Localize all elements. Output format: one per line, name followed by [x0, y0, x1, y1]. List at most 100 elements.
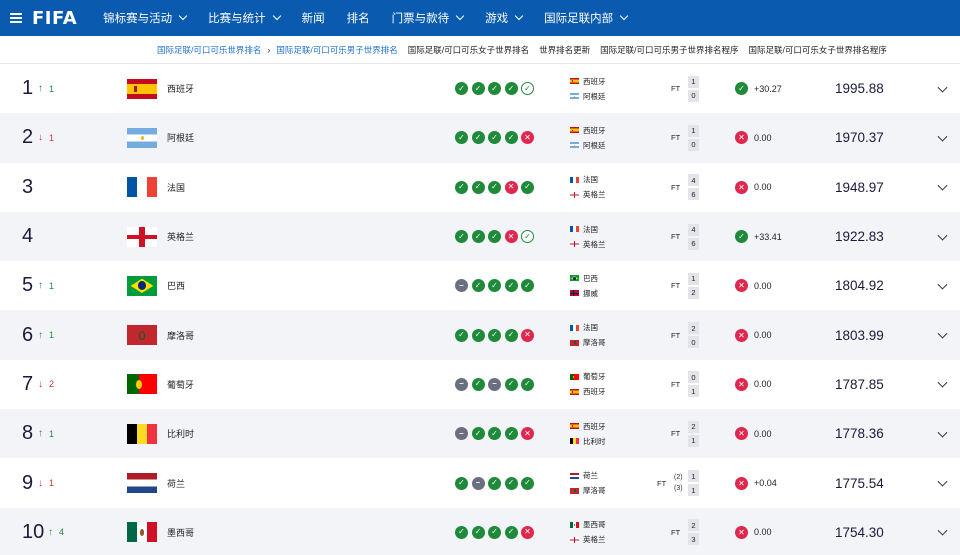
win-icon[interactable]: ✓ — [471, 82, 485, 96]
chevron-down-icon[interactable] — [937, 427, 948, 438]
win-icon[interactable]: ✓ — [521, 230, 534, 244]
subnav-item-4[interactable]: 国际足联/可口可乐男子世界排名程序 — [600, 44, 738, 56]
win-icon[interactable]: ✓ — [471, 427, 485, 441]
chevron-down-icon[interactable] — [937, 378, 948, 388]
draw-icon[interactable]: – — [488, 377, 501, 391]
subnav-item-1[interactable]: 国际足联/可口可乐男子世界排名 — [276, 44, 397, 56]
win-icon[interactable]: ✓ — [504, 377, 518, 391]
loss-icon[interactable]: ✕ — [504, 180, 518, 194]
chevron-down-icon[interactable] — [937, 230, 948, 241]
win-icon[interactable]: ✓ — [521, 476, 534, 490]
chevron-down-icon[interactable] — [937, 180, 948, 191]
table-row[interactable]: 5 ↑ 1 巴西 – ✓ ✓ ✓ ✓ 巴西 挪威 FT 1 2 ✕ 0.00 1804.92 — [0, 261, 960, 311]
team-name[interactable]: 墨西哥 — [167, 508, 194, 555]
win-icon[interactable]: ✓ — [455, 180, 468, 194]
win-icon[interactable]: ✓ — [455, 82, 468, 96]
table-row[interactable]: 6 ↑ 1 摩洛哥 ✓ ✓ ✓ ✓ ✕ 法国 摩洛哥 FT 2 0 ✕ 0.00 1803.99 — [0, 310, 960, 360]
table-row[interactable]: 8 ↑ 1 比利时 – ✓ ✓ ✓ ✕ 西班牙 比利时 FT 2 1 ✕ 0.00 1778.36 — [0, 409, 960, 459]
chevron-down-icon[interactable] — [937, 476, 948, 487]
table-row[interactable]: 3 法国 ✓ ✓ ✓ ✕ ✓ 法国 英格兰 FT 4 6 ✕ 0.00 1948.97 — [0, 162, 960, 212]
win-icon[interactable]: ✓ — [488, 525, 501, 539]
win-icon[interactable]: ✓ — [455, 328, 468, 342]
draw-icon[interactable]: – — [455, 377, 468, 391]
win-icon[interactable]: ✓ — [471, 180, 485, 194]
win-icon[interactable]: ✓ — [471, 279, 485, 293]
nav-item-5[interactable]: 游戏 — [485, 10, 524, 26]
menu-icon[interactable] — [10, 13, 22, 23]
nav-item-1[interactable]: 比赛与统计 — [208, 10, 281, 26]
draw-icon[interactable]: – — [455, 279, 468, 293]
win-icon[interactable]: ✓ — [471, 377, 485, 391]
win-icon[interactable]: ✓ — [471, 230, 485, 244]
match-team-home: 巴西 — [570, 273, 598, 284]
subnav-item-5[interactable]: 国际足联/可口可乐女子世界排名程序 — [749, 44, 887, 56]
fifa-logo[interactable]: FIFA — [32, 8, 77, 29]
table-row[interactable]: 1 ↑ 1 西班牙 ✓ ✓ ✓ ✓ ✓ 西班牙 阿根廷 FT 1 0 ✓ +30.27 1995.88 — [0, 64, 960, 114]
win-icon[interactable]: ✓ — [488, 476, 501, 490]
win-icon[interactable]: ✓ — [488, 180, 501, 194]
loss-icon[interactable]: ✕ — [504, 230, 518, 244]
win-icon[interactable]: ✓ — [521, 377, 534, 391]
team-name[interactable]: 荷兰 — [167, 458, 185, 507]
win-icon[interactable]: ✓ — [471, 131, 485, 145]
table-row[interactable]: 10 ↑ 4 墨西哥 ✓ ✓ ✓ ✓ ✕ 墨西哥 英格兰 FT 2 3 ✕ 0.00 1754.30 — [0, 507, 960, 555]
nav-item-3[interactable]: 排名 — [347, 10, 370, 26]
win-icon[interactable]: ✓ — [488, 279, 501, 293]
subnav-item-3[interactable]: 世界排名更新 — [539, 44, 590, 56]
nav-item-2[interactable]: 新闻 — [302, 10, 325, 26]
chevron-down-icon[interactable] — [937, 82, 948, 93]
chevron-down-icon[interactable] — [937, 525, 948, 536]
team-name[interactable]: 比利时 — [167, 409, 194, 458]
win-icon[interactable]: ✓ — [488, 230, 501, 244]
win-icon[interactable]: ✓ — [504, 279, 518, 293]
loss-icon[interactable]: ✕ — [521, 328, 534, 342]
chevron-down-icon[interactable] — [937, 279, 948, 290]
win-icon[interactable]: ✓ — [504, 525, 518, 539]
team-name[interactable]: 巴西 — [167, 261, 185, 310]
draw-icon[interactable]: – — [471, 476, 485, 490]
table-row[interactable]: 2 ↓ 1 阿根廷 ✓ ✓ ✓ ✓ ✕ 西班牙 阿根廷 FT 1 0 ✕ 0.00 1970.37 — [0, 113, 960, 163]
win-icon[interactable]: ✓ — [455, 476, 468, 490]
win-icon[interactable]: ✓ — [488, 427, 501, 441]
nav-item-4[interactable]: 门票与款待 — [392, 10, 465, 26]
table-row[interactable]: 9 ↓ 1 荷兰 ✓ – ✓ ✓ ✓ 荷兰 摩洛哥 FT (2) (3) 1 1 ✕ +0.04 1775.54 — [0, 458, 960, 508]
team-name[interactable]: 摩洛哥 — [167, 310, 194, 359]
subnav-item-2[interactable]: 国际足联/可口可乐女子世界排名 — [408, 44, 529, 56]
table-row[interactable]: 4 英格兰 ✓ ✓ ✓ ✕ ✓ 法国 英格兰 FT 4 6 ✓ +33.41 1922.83 — [0, 211, 960, 262]
win-icon[interactable]: ✓ — [504, 328, 518, 342]
draw-icon[interactable]: – — [455, 427, 468, 441]
chevron-down-icon[interactable] — [937, 328, 948, 339]
loss-icon[interactable]: ✕ — [521, 131, 534, 145]
team-name[interactable]: 西班牙 — [167, 64, 194, 113]
team-name[interactable]: 法国 — [167, 163, 185, 212]
win-icon[interactable]: ✓ — [471, 525, 485, 539]
last-match: 法国 英格兰 — [570, 212, 606, 261]
win-icon[interactable]: ✓ — [521, 279, 534, 293]
win-icon[interactable]: ✓ — [521, 82, 534, 96]
win-icon[interactable]: ✓ — [488, 328, 501, 342]
loss-icon[interactable]: ✕ — [521, 525, 534, 539]
win-icon[interactable]: ✓ — [471, 328, 485, 342]
win-icon[interactable]: ✓ — [488, 82, 501, 96]
recent-form: ✓ ✓ ✓ ✓ ✓ — [455, 64, 534, 113]
team-name[interactable]: 葡萄牙 — [167, 360, 194, 409]
chevron-down-icon[interactable] — [937, 131, 948, 142]
subnav-item-0[interactable]: 国际足联/可口可乐世界排名 — [157, 44, 261, 56]
nav-item-0[interactable]: 锦标赛与活动 — [103, 10, 188, 26]
match-scores: 01 — [688, 360, 699, 409]
loss-icon[interactable]: ✕ — [521, 427, 534, 441]
win-icon[interactable]: ✓ — [521, 180, 534, 194]
win-icon[interactable]: ✓ — [504, 427, 518, 441]
team-name[interactable]: 阿根廷 — [167, 113, 194, 162]
win-icon[interactable]: ✓ — [504, 131, 518, 145]
win-icon[interactable]: ✓ — [504, 476, 518, 490]
win-icon[interactable]: ✓ — [455, 525, 468, 539]
last-match: 西班牙 阿根廷 — [570, 113, 606, 162]
win-icon[interactable]: ✓ — [455, 131, 468, 145]
table-row[interactable]: 7 ↓ 2 葡萄牙 – ✓ – ✓ ✓ 葡萄牙 西班牙 FT 0 1 ✕ 0.00 1787.85 — [0, 359, 960, 410]
win-icon[interactable]: ✓ — [488, 131, 501, 145]
win-icon[interactable]: ✓ — [455, 230, 468, 244]
team-name[interactable]: 英格兰 — [167, 212, 194, 261]
nav-item-6[interactable]: 国际足联内部 — [544, 10, 629, 26]
win-icon[interactable]: ✓ — [504, 82, 518, 96]
